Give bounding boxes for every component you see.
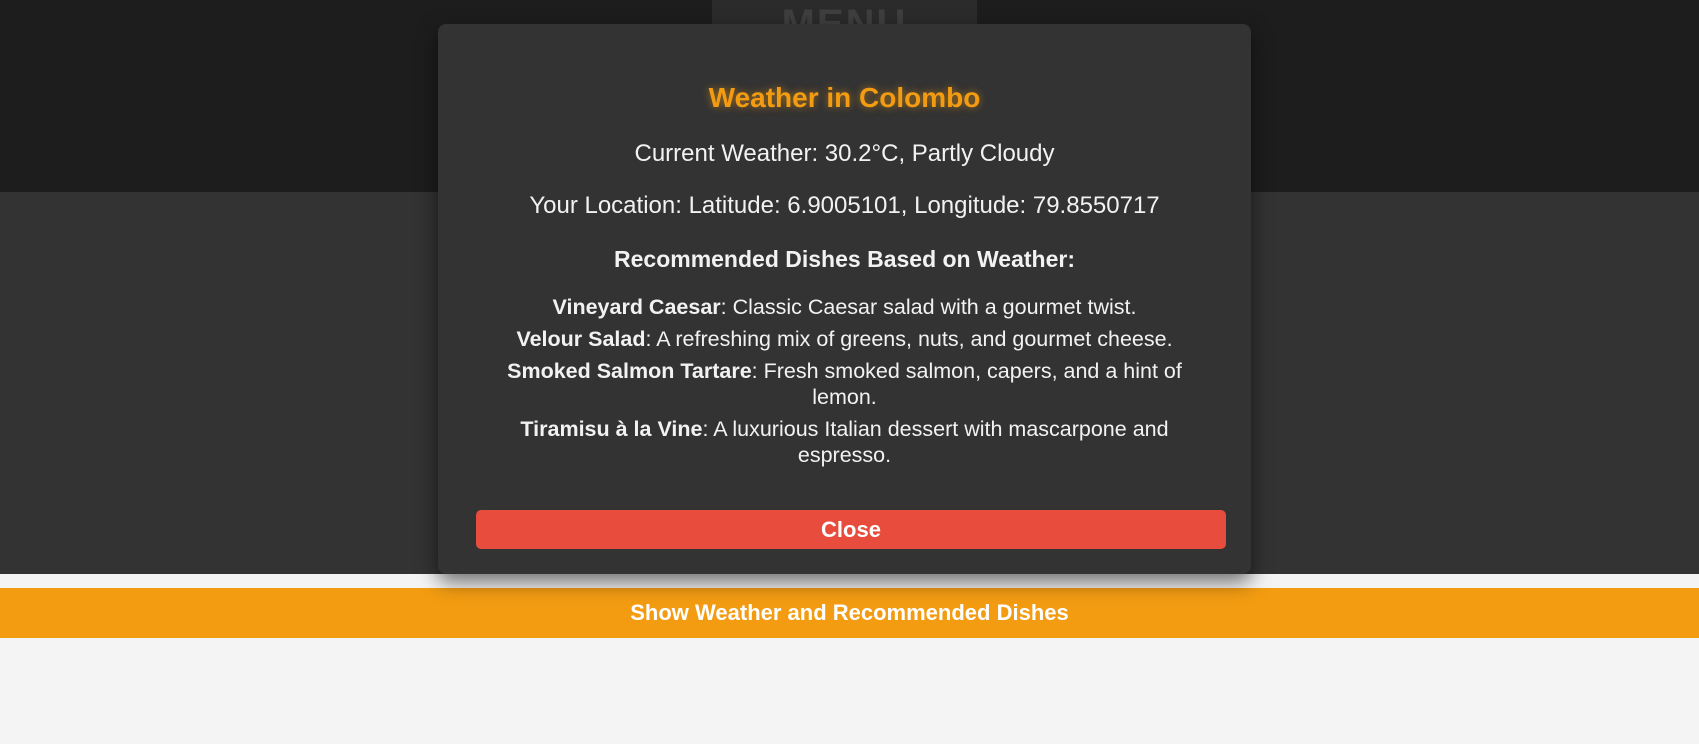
dish-name: Tiramisu à la Vine (520, 417, 703, 441)
dish-list: Vineyard Caesar: Classic Caesar salad wi… (488, 294, 1201, 474)
weather-modal: Weather in Colombo Current Weather: 30.2… (438, 24, 1251, 574)
dish-item: Vineyard Caesar: Classic Caesar salad wi… (488, 294, 1201, 320)
dish-name: Smoked Salmon Tartare (507, 359, 752, 383)
dish-item: Smoked Salmon Tartare: Fresh smoked salm… (488, 358, 1201, 410)
close-button[interactable]: Close (476, 510, 1226, 549)
show-weather-button[interactable]: Show Weather and Recommended Dishes (0, 588, 1699, 638)
dish-item: Tiramisu à la Vine: A luxurious Italian … (488, 416, 1201, 468)
dish-description: : A refreshing mix of greens, nuts, and … (645, 327, 1173, 351)
dish-description: : Fresh smoked salmon, capers, and a hin… (751, 359, 1182, 409)
dish-item: Velour Salad: A refreshing mix of greens… (488, 326, 1201, 352)
dish-description: : A luxurious Italian dessert with masca… (702, 417, 1169, 467)
dish-description: : Classic Caesar salad with a gourmet tw… (720, 295, 1137, 319)
dish-name: Vineyard Caesar (552, 295, 721, 319)
location-text: Your Location: Latitude: 6.9005101, Long… (529, 192, 1160, 219)
page: MENU Show Weather and Recommended Dishes… (0, 0, 1699, 744)
recommended-dishes-heading: Recommended Dishes Based on Weather: (614, 246, 1075, 272)
current-weather-text: Current Weather: 30.2°C, Partly Cloudy (634, 140, 1055, 167)
dish-name: Velour Salad (516, 327, 646, 351)
modal-title: Weather in Colombo (708, 82, 981, 113)
